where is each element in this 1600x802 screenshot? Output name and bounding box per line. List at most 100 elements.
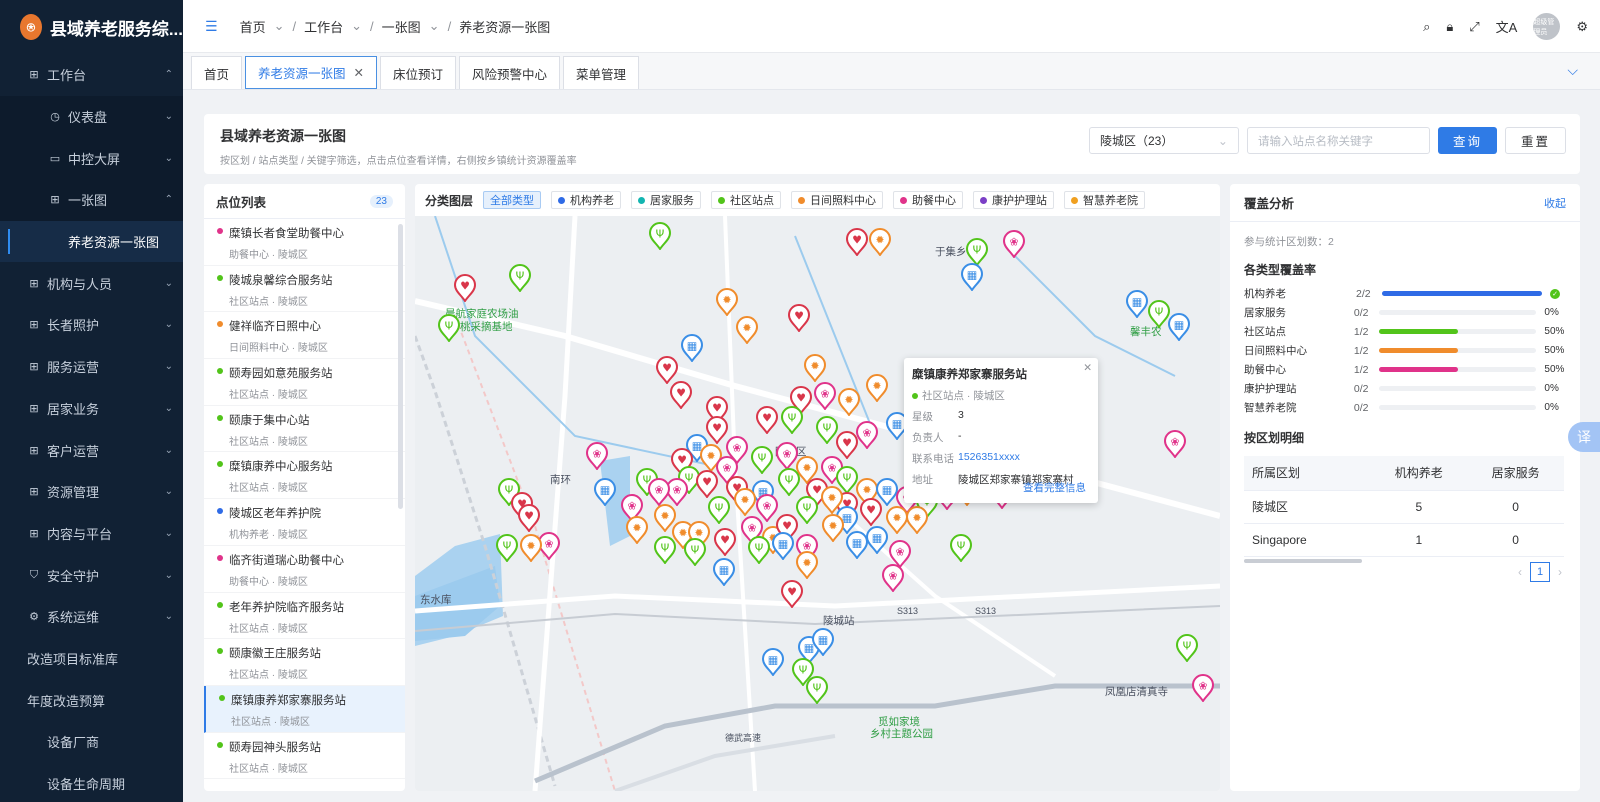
- sidebar-item[interactable]: 设备厂商: [0, 721, 183, 763]
- meal-center-pin[interactable]: ❀: [881, 564, 905, 592]
- institution-pin[interactable]: ▦: [1167, 313, 1191, 341]
- gear-icon[interactable]: ⚙: [1576, 19, 1588, 35]
- sidebar-item[interactable]: ⊞ 一张图 ⌃: [0, 179, 183, 221]
- tab-menu-manage[interactable]: 菜单管理: [563, 56, 640, 89]
- community-station-pin[interactable]: Ψ: [805, 676, 829, 704]
- layer-chip[interactable]: 助餐中心: [893, 191, 964, 209]
- day-care-pin[interactable]: ✹: [803, 354, 827, 382]
- layer-chip[interactable]: 康护护理站: [973, 191, 1055, 209]
- sidebar-item[interactable]: ◷ 仪表盘 ⌄: [0, 95, 183, 138]
- list-item[interactable]: 陵城泉馨综合服务站 社区站点 · 陵城区: [204, 266, 405, 313]
- meal-center-pin[interactable]: ❀: [1163, 430, 1187, 458]
- meal-center-pin[interactable]: ❀: [1191, 674, 1215, 702]
- prev-page-icon[interactable]: ‹: [1518, 565, 1522, 579]
- day-care-pin[interactable]: ✹: [868, 228, 892, 256]
- tab-bed-booking[interactable]: 床位预订: [380, 56, 457, 89]
- institution-pin[interactable]: ▦: [712, 558, 736, 586]
- sidebar-item[interactable]: ⊞ 内容与平台 ⌄: [0, 513, 183, 555]
- sidebar-item[interactable]: ⊞ 工作台 ⌃: [0, 54, 183, 96]
- community-station-pin[interactable]: Ψ: [707, 496, 731, 524]
- close-icon[interactable]: ✕: [1083, 362, 1092, 374]
- map-canvas[interactable]: 于集乡晨航家庭农场油桃采摘基地馨丰农南环陵城区东水库陵城站凤凰店清真寺觅如家境乡…: [415, 216, 1220, 791]
- community-station-pin[interactable]: Ψ: [508, 264, 532, 292]
- meal-heart-pin[interactable]: ♥: [845, 228, 869, 256]
- list-item[interactable]: 糜镇康养郑家寨服务站 社区站点 · 陵城区: [204, 685, 405, 733]
- community-station-pin[interactable]: Ψ: [750, 446, 774, 474]
- day-care-pin[interactable]: ✹: [821, 514, 845, 542]
- breadcrumb-item[interactable]: 首页: [240, 17, 266, 36]
- community-station-pin[interactable]: Ψ: [653, 536, 677, 564]
- avatar[interactable]: 超级管理员: [1533, 13, 1561, 40]
- collapse-link[interactable]: 收起: [1544, 195, 1566, 211]
- meal-heart-pin[interactable]: ♥: [517, 504, 541, 532]
- meal-heart-pin[interactable]: ♥: [780, 580, 804, 608]
- sidebar-item[interactable]: ⊞ 资源管理 ⌄: [0, 471, 183, 513]
- close-icon[interactable]: ✕: [354, 65, 364, 80]
- phone-link[interactable]: 1526351xxxx: [958, 451, 1020, 466]
- community-station-pin[interactable]: Ψ: [780, 406, 804, 434]
- institution-pin[interactable]: ▦: [771, 532, 795, 560]
- sidebar-item[interactable]: 设备生命周期: [0, 763, 183, 802]
- tab-home[interactable]: 首页: [191, 56, 243, 89]
- institution-pin[interactable]: ▦: [593, 478, 617, 506]
- institution-pin[interactable]: ▦: [811, 628, 835, 656]
- day-care-pin[interactable]: ✹: [837, 388, 861, 416]
- community-station-pin[interactable]: Ψ: [648, 222, 672, 250]
- query-button[interactable]: 查询: [1437, 127, 1497, 154]
- day-care-pin[interactable]: ✹: [715, 288, 739, 316]
- day-care-pin[interactable]: ✹: [733, 488, 757, 516]
- institution-pin[interactable]: ▦: [680, 334, 704, 362]
- day-care-pin[interactable]: ✹: [625, 516, 649, 544]
- translate-icon[interactable]: 文A: [1496, 17, 1518, 36]
- meal-heart-pin[interactable]: ♥: [695, 470, 719, 498]
- community-station-pin[interactable]: Ψ: [777, 468, 801, 496]
- search-input[interactable]: 请输入站点名称关键字: [1246, 127, 1430, 154]
- meal-center-pin[interactable]: ❀: [813, 382, 837, 410]
- table-scrollbar[interactable]: [1244, 558, 1362, 563]
- meal-heart-pin[interactable]: ♥: [655, 356, 679, 384]
- list-item[interactable]: 陵城区老年养护院 机构养老 · 陵城区: [204, 499, 405, 546]
- day-care-pin[interactable]: ✹: [905, 506, 929, 534]
- layer-chip[interactable]: 社区站点: [711, 191, 782, 209]
- institution-pin[interactable]: ▦: [960, 263, 984, 291]
- sidebar-item[interactable]: ⊞ 客户运营 ⌄: [0, 429, 183, 471]
- day-care-pin[interactable]: ✹: [519, 534, 543, 562]
- meal-heart-pin[interactable]: ♥: [859, 498, 883, 526]
- list-item[interactable]: 健祥临齐日照中心 日间照料中心 · 陵城区: [204, 312, 405, 360]
- menu-fold-icon[interactable]: ☰: [205, 18, 218, 35]
- meal-center-pin[interactable]: ❀: [1002, 230, 1026, 258]
- community-station-pin[interactable]: Ψ: [495, 534, 519, 562]
- layer-chip[interactable]: 日间照料中心: [791, 191, 884, 209]
- day-care-pin[interactable]: ✹: [735, 316, 759, 344]
- logo[interactable]: ⍟ 县域养老服务综...: [0, 0, 183, 54]
- meal-heart-pin[interactable]: ♥: [713, 528, 737, 556]
- community-station-pin[interactable]: Ψ: [965, 238, 989, 266]
- institution-pin[interactable]: ▦: [1125, 290, 1149, 318]
- community-station-pin[interactable]: Ψ: [949, 534, 973, 562]
- meal-heart-pin[interactable]: ♥: [453, 274, 477, 302]
- community-station-pin[interactable]: Ψ: [1175, 634, 1199, 662]
- page-number[interactable]: 1: [1530, 562, 1550, 582]
- institution-pin[interactable]: ▦: [761, 648, 785, 676]
- meal-heart-pin[interactable]: ♥: [755, 406, 779, 434]
- sidebar-item[interactable]: 年度改造预算: [0, 679, 183, 721]
- community-station-pin[interactable]: Ψ: [437, 314, 461, 342]
- reset-button[interactable]: 重置: [1504, 127, 1566, 154]
- translate-float-button[interactable]: 译: [1568, 422, 1600, 452]
- tab-risk-alert[interactable]: 风险预警中心: [459, 56, 561, 89]
- layer-chip[interactable]: 智慧养老院: [1064, 191, 1146, 209]
- institution-pin[interactable]: ▦: [865, 526, 889, 554]
- list-item[interactable]: 糜镇康养中心服务站 社区站点 · 陵城区: [204, 452, 405, 500]
- meal-center-pin[interactable]: ❀: [585, 442, 609, 470]
- district-select[interactable]: 陵城区（23） ⌄: [1088, 127, 1239, 154]
- sidebar-item[interactable]: ▭ 中控大屏 ⌄: [0, 137, 183, 180]
- fullscreen-icon[interactable]: ⤢: [1469, 19, 1479, 35]
- sidebar-item[interactable]: 养老资源一张图: [0, 220, 183, 263]
- sidebar-item[interactable]: ⊞ 机构与人员 ⌄: [0, 262, 183, 304]
- list-item[interactable]: 颐康徽王庄服务站 社区站点 · 陵城区: [204, 639, 405, 686]
- sidebar-item[interactable]: ⊞ 长者照护 ⌄: [0, 304, 183, 346]
- meal-center-pin[interactable]: ❀: [855, 421, 879, 449]
- view-detail-link[interactable]: 查看完整信息: [1023, 480, 1086, 495]
- breadcrumb-item[interactable]: 工作台: [304, 17, 343, 36]
- list-item[interactable]: 颐寿园神头服务站 社区站点 · 陵城区: [204, 733, 405, 780]
